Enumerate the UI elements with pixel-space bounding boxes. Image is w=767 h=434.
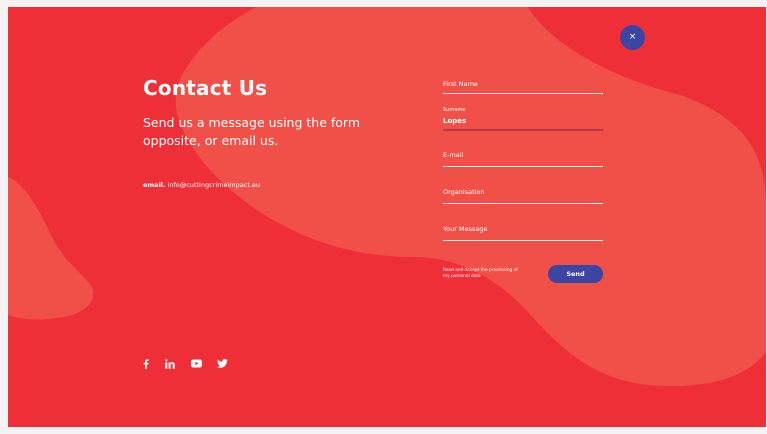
email-field[interactable]: E-mail	[443, 151, 603, 167]
email-field-label: E-mail	[443, 151, 464, 159]
page-subtitle: Send us a message using the form opposit…	[143, 115, 361, 148]
facebook-icon[interactable]	[143, 359, 149, 371]
background-blobs	[8, 7, 766, 387]
email-label: email.	[143, 181, 166, 189]
page-title: Contact Us	[143, 76, 268, 100]
surname-label: Surname	[443, 107, 466, 113]
first-name-label: First Name	[443, 80, 478, 88]
organisation-field[interactable]: Organisation	[443, 188, 603, 204]
twitter-icon[interactable]	[217, 359, 228, 371]
close-button[interactable]: ×	[620, 25, 645, 50]
small-blob	[8, 177, 94, 320]
message-label: Your Message	[443, 225, 488, 233]
contact-panel: × Contact Us Send us a message using the…	[8, 7, 766, 427]
first-name-field[interactable]: First Name	[443, 80, 603, 94]
youtube-icon[interactable]	[191, 359, 202, 371]
send-button[interactable]: Send	[548, 265, 603, 283]
surname-value: Lopes	[443, 117, 467, 125]
linkedin-icon[interactable]	[165, 359, 175, 371]
surname-field[interactable]: Surname Lopes	[443, 107, 603, 131]
message-field[interactable]: Your Message	[443, 225, 603, 241]
email-contact: email. info@cuttingcrimeimpact.eu	[143, 181, 260, 189]
organisation-label: Organisation	[443, 188, 485, 196]
email-link[interactable]: info@cuttingcrimeimpact.eu	[168, 181, 260, 189]
consent-text[interactable]: Read and Accept the processing of my per…	[443, 268, 521, 280]
